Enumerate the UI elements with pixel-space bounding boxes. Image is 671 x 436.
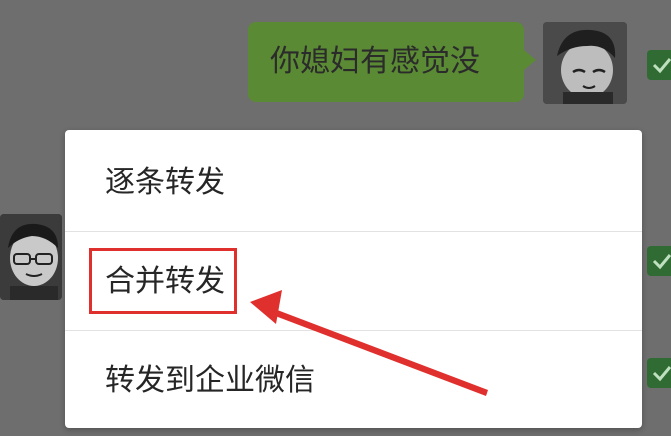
red-arrow-icon [250, 290, 488, 396]
